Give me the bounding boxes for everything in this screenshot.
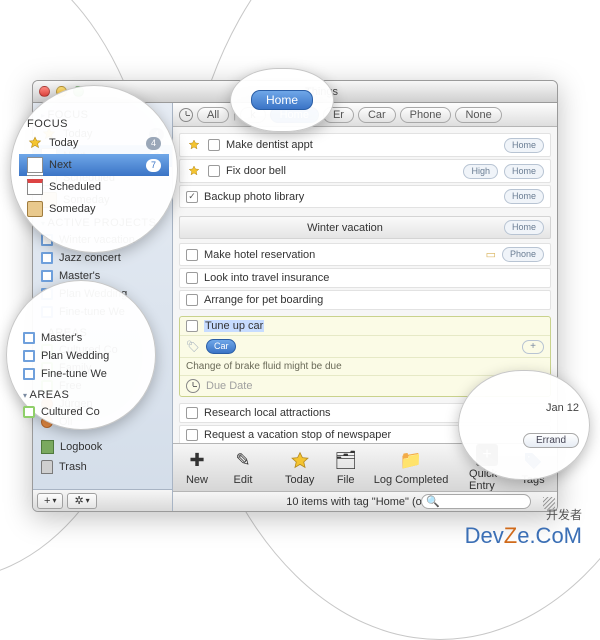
logbook-icon bbox=[41, 440, 54, 454]
magnifier-filter: Home bbox=[230, 68, 334, 132]
task-tag[interactable]: Home bbox=[504, 164, 544, 179]
checkbox[interactable]: ✓ bbox=[186, 191, 198, 203]
filter-all[interactable]: All bbox=[197, 107, 229, 123]
toolbar-edit[interactable]: ✎Edit bbox=[225, 450, 261, 486]
project-icon bbox=[23, 368, 35, 380]
checkbox[interactable] bbox=[208, 139, 220, 151]
checkbox[interactable] bbox=[186, 407, 198, 419]
sidebar-item-trash[interactable]: Trash bbox=[33, 457, 172, 477]
task-tag[interactable]: Car bbox=[206, 339, 237, 354]
star-icon bbox=[27, 135, 43, 151]
search-input[interactable]: 🔍 bbox=[421, 494, 531, 509]
box-icon bbox=[27, 201, 43, 217]
project-icon bbox=[41, 252, 53, 264]
status-bar: 10 items with tag "Home" (of 17) 🔍 bbox=[173, 491, 557, 511]
stack-icon bbox=[27, 157, 43, 173]
group-title: Winter vacation bbox=[186, 222, 504, 234]
focus-heading: FOCUS bbox=[19, 112, 169, 132]
task-row[interactable]: Fix door bell High Home bbox=[179, 159, 551, 183]
project-icon bbox=[41, 270, 53, 282]
sidebar-item-scheduled[interactable]: Scheduled bbox=[19, 176, 169, 198]
star-icon bbox=[186, 137, 202, 153]
filter-tab[interactable]: Car bbox=[358, 107, 396, 123]
filter-tab[interactable]: Phone bbox=[400, 107, 452, 123]
toolbar-file[interactable]: 🗂File bbox=[328, 450, 364, 486]
task-row[interactable]: Arrange for pet boarding bbox=[179, 290, 551, 310]
task-title: Fix door bell bbox=[226, 165, 457, 177]
search-icon: 🔍 bbox=[426, 495, 440, 508]
task-row[interactable]: Look into travel insurance bbox=[179, 268, 551, 288]
task-title: Make hotel reservation bbox=[204, 249, 480, 261]
checkbox[interactable] bbox=[186, 249, 198, 261]
sidebar-footer: +▾ ✲▾ bbox=[33, 489, 172, 511]
task-title: Arrange for pet boarding bbox=[204, 294, 544, 306]
sidebar-item-label: Trash bbox=[59, 461, 87, 473]
check-folder-icon: 📁 bbox=[400, 450, 422, 472]
note-icon: ▭ bbox=[486, 248, 496, 261]
filter-tab-home[interactable]: Home bbox=[251, 90, 313, 110]
areas-heading: ▾AREAS bbox=[15, 383, 147, 403]
task-tag[interactable]: High bbox=[463, 164, 498, 179]
project-icon bbox=[23, 332, 35, 344]
task-title: Look into travel insurance bbox=[204, 272, 544, 284]
sidebar-item-next[interactable]: Next7 bbox=[19, 154, 169, 176]
sidebar-item-label: Logbook bbox=[60, 441, 102, 453]
task-tag[interactable]: Home bbox=[504, 189, 544, 204]
add-tag-button[interactable]: + bbox=[522, 340, 544, 354]
watermark-brand: DevZe.CoM bbox=[465, 523, 582, 549]
sidebar-item-project[interactable]: Plan Wedding bbox=[15, 347, 147, 365]
sidebar-item-someday[interactable]: Someday bbox=[19, 198, 169, 220]
calendar-icon bbox=[27, 179, 43, 195]
due-date-field[interactable]: Due Date bbox=[206, 380, 252, 392]
task-tag[interactable]: Phone bbox=[502, 247, 544, 262]
task-tag[interactable]: Home bbox=[504, 138, 544, 153]
project-icon bbox=[23, 350, 35, 362]
clock-icon[interactable] bbox=[179, 108, 193, 122]
task-row[interactable]: ✓ Backup photo library Home bbox=[179, 185, 551, 208]
clock-icon[interactable] bbox=[186, 379, 200, 393]
task-note[interactable]: Change of brake fluid might be due bbox=[186, 361, 342, 372]
pencil-icon: ✎ bbox=[235, 450, 250, 472]
task-row[interactable]: Make dentist appt Home bbox=[179, 133, 551, 157]
sidebar-item-logbook[interactable]: Logbook bbox=[33, 437, 172, 457]
filter-tab[interactable]: None bbox=[455, 107, 501, 123]
sidebar-item-label: Jazz concert bbox=[59, 252, 121, 264]
toolbar-today[interactable]: Today bbox=[282, 450, 318, 486]
due-date-value: Jan 12 bbox=[546, 402, 579, 414]
magnifier-areas: Master's Plan Wedding Fine-tune We ▾AREA… bbox=[6, 280, 156, 430]
sidebar-item-area[interactable]: Cultured Co bbox=[15, 403, 147, 421]
project-group-header[interactable]: Winter vacationHome bbox=[179, 216, 551, 239]
star-icon bbox=[290, 450, 310, 472]
folder-icon: 🗂 bbox=[334, 450, 357, 472]
checkbox[interactable] bbox=[186, 272, 198, 284]
star-icon bbox=[186, 163, 202, 179]
toolbar-log-completed[interactable]: 📁Log Completed bbox=[374, 450, 449, 486]
sidebar-add-button[interactable]: +▾ bbox=[37, 493, 63, 509]
task-tag[interactable]: Home bbox=[504, 220, 544, 235]
checkbox[interactable] bbox=[186, 320, 198, 332]
task-tag[interactable]: Errand bbox=[523, 433, 579, 448]
sidebar-item-project[interactable]: Master's bbox=[15, 329, 147, 347]
checkbox[interactable] bbox=[186, 429, 198, 441]
sidebar-item-project[interactable]: Fine-tune We bbox=[15, 365, 147, 383]
task-title: Make dentist appt bbox=[226, 139, 498, 151]
tag-icon: 🏷 bbox=[186, 340, 200, 353]
sidebar-settings-button[interactable]: ✲▾ bbox=[67, 493, 96, 509]
trash-icon bbox=[41, 460, 53, 474]
watermark-line1: 开发者 bbox=[546, 506, 582, 523]
checkbox[interactable] bbox=[208, 165, 220, 177]
task-title: Backup photo library bbox=[204, 191, 498, 203]
checkbox[interactable] bbox=[186, 294, 198, 306]
plus-circle-icon: ✚ bbox=[189, 450, 204, 472]
area-icon bbox=[23, 406, 35, 418]
magnifier-detail: Jan 12 Errand bbox=[458, 370, 590, 480]
toolbar-new[interactable]: ✚New bbox=[179, 450, 215, 486]
task-title-input[interactable]: Tune up car bbox=[204, 320, 264, 332]
gear-icon: ✲ bbox=[74, 494, 83, 507]
task-row[interactable]: Make hotel reservation ▭ Phone bbox=[179, 243, 551, 266]
magnifier-focus: FOCUS Today4 Next7 Scheduled Someday bbox=[10, 85, 178, 253]
sidebar-item-today[interactable]: Today4 bbox=[19, 132, 169, 154]
